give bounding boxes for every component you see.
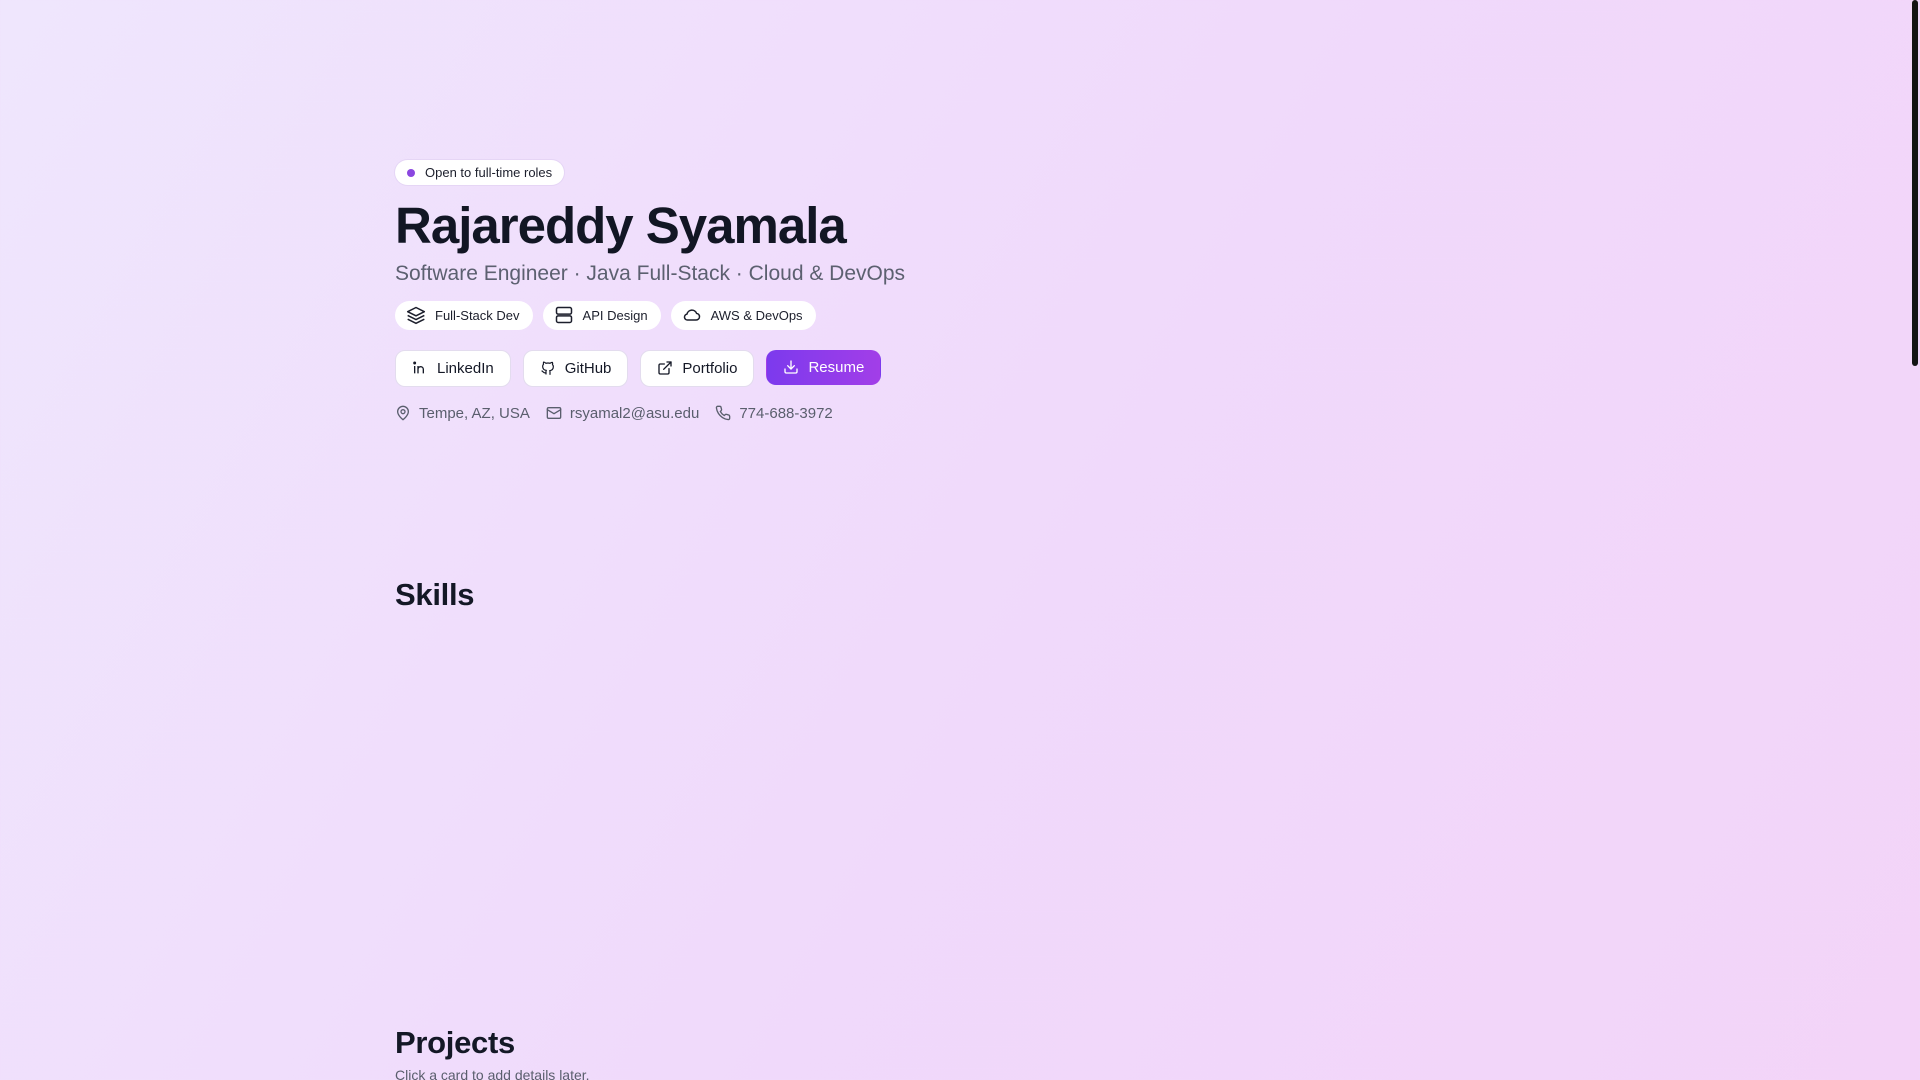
tag-label: API Design — [582, 307, 648, 323]
status-badge: Open to full-time roles — [395, 160, 565, 185]
status-dot-icon — [407, 168, 415, 177]
linkedin-button[interactable]: LinkedIn — [395, 349, 511, 387]
status-label: Open to full-time roles — [425, 165, 553, 180]
resume-button[interactable]: Resume — [766, 349, 882, 385]
contact-phone[interactable]: 774-688-3972 — [715, 405, 833, 422]
skills-heading: Skills — [395, 577, 475, 612]
github-button[interactable]: GitHub — [522, 349, 629, 387]
linkedin-label: LinkedIn — [437, 359, 494, 377]
mail-icon — [546, 407, 562, 420]
page-subtitle: Software Engineer · Java Full-Stack · Cl… — [395, 261, 906, 285]
email-text[interactable]: rsyamal2@asu.edu — [570, 405, 699, 422]
action-buttons: LinkedIn GitHub Portfolio Resume — [395, 349, 1495, 387]
github-icon — [541, 361, 554, 376]
tag-label: Full-Stack Dev — [435, 307, 520, 323]
projects-heading: Projects — [395, 1025, 515, 1060]
portfolio-label: Portfolio — [682, 359, 738, 377]
layers-icon — [406, 307, 426, 325]
tag-list: Full-Stack Dev API Design AWS & DevOps — [395, 300, 1495, 330]
phone-icon — [716, 406, 731, 421]
contact-info: Tempe, AZ, USA rsyamal2@asu.edu 774-688-… — [395, 405, 1495, 422]
cloud-icon — [683, 309, 700, 322]
tag-api-design: API Design — [542, 300, 661, 330]
linkedin-icon — [413, 361, 424, 374]
external-link-icon — [658, 361, 673, 376]
server-icon — [555, 307, 572, 324]
location-text: Tempe, AZ, USA — [419, 404, 530, 422]
download-icon — [784, 360, 799, 375]
tag-full-stack: Full-Stack Dev — [395, 300, 533, 330]
map-pin-icon — [397, 406, 409, 421]
contact-location: Tempe, AZ, USA — [395, 405, 530, 422]
scrollbar-thumb[interactable] — [1912, 0, 1918, 366]
tag-label: AWS & DevOps — [710, 307, 803, 323]
portfolio-button[interactable]: Portfolio — [640, 349, 755, 387]
tag-aws-devops: AWS & DevOps — [670, 300, 816, 330]
github-label: GitHub — [564, 359, 612, 377]
resume-label: Resume — [808, 358, 865, 376]
projects-subtitle: Click a card to add details later. — [395, 1067, 590, 1080]
page-title: Rajareddy Syamala — [395, 197, 847, 254]
phone-text[interactable]: 774-688-3972 — [739, 405, 832, 422]
hero-section: Open to full-time roles Rajareddy Syamal… — [395, 160, 1495, 422]
scrollbar[interactable] — [1910, 0, 1920, 1080]
contact-email[interactable]: rsyamal2@asu.edu — [546, 405, 699, 422]
